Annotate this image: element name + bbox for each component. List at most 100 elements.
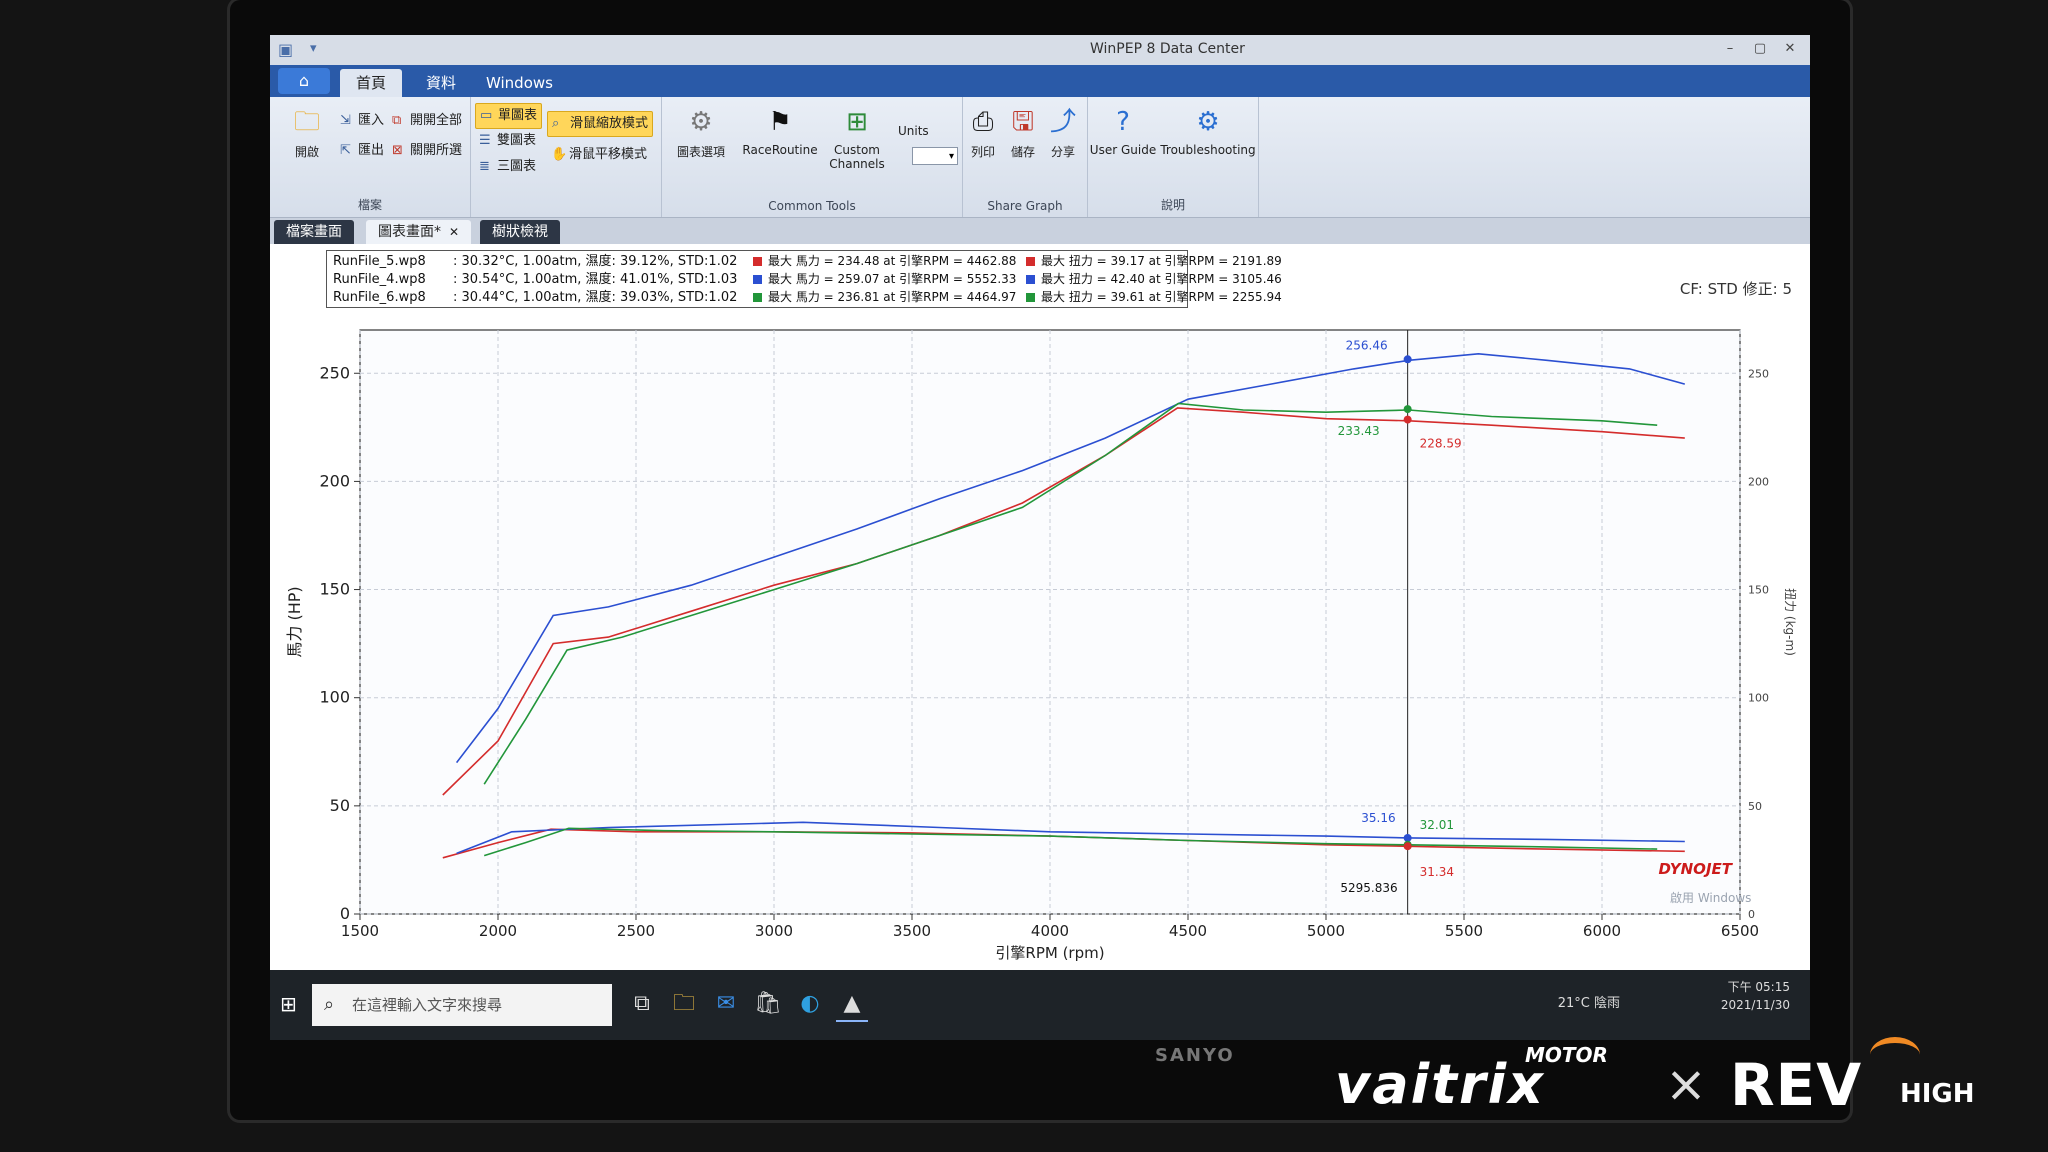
ribbon: 🗀 開啟 ⇲ 匯入 ⇱ 匯出 ⧉ 開開全部 ⊠ 關開所選 檔案 ▭ 單圖表 ☰ 雙圖表: [270, 97, 1810, 218]
save-graph-button[interactable]: 🖫 儲存: [1003, 105, 1043, 160]
custom-channels-button[interactable]: ⊞ Custom Channels: [822, 105, 892, 171]
troubleshooting-button[interactable]: ⚙ Troubleshooting: [1160, 105, 1256, 157]
legend-row: RunFile_4.wp8: 30.54°C, 1.00atm, 濕度: 41.…: [333, 270, 1282, 288]
legend-color-swatch: [753, 257, 762, 266]
save-icon: 🖫: [1011, 107, 1035, 137]
single-chart-icon: ▭: [480, 108, 493, 123]
y2-tick-label: 0: [1748, 908, 1755, 921]
power-readout-marker: [1403, 415, 1412, 424]
x-tick-label: 4500: [1169, 922, 1207, 940]
tab-data[interactable]: 資料: [410, 69, 472, 97]
tab-chart-view[interactable]: 圖表畫面* ✕: [366, 220, 472, 244]
close-tab-icon[interactable]: ✕: [449, 220, 459, 244]
triple-chart-button[interactable]: ≣ 三圖表: [475, 155, 540, 179]
export-label: 匯出: [358, 143, 385, 158]
app-icon[interactable]: ▣: [278, 40, 293, 59]
y2-tick-label: 50: [1748, 800, 1762, 813]
weather-widget[interactable]: 21°C 陰雨: [1558, 992, 1620, 1011]
app-window: ▣ ▾ WinPEP 8 Data Center – ▢ ✕ ⌂ 首頁 資料 W…: [270, 35, 1810, 1040]
store-icon[interactable]: 🛍: [752, 988, 784, 1020]
help-group-label: 說明: [1160, 198, 1185, 212]
legend-conditions: : 30.32°C, 1.00atm, 濕度: 39.12%, STD:1.02: [453, 254, 738, 269]
ribbon-group-view: ▭ 單圖表 ☰ 雙圖表 ≣ 三圖表 ⌕ 滑鼠縮放模式 ✋ 滑鼠平移模式: [471, 97, 662, 217]
windows-taskbar: ⊞ ⌕ 在這裡輸入文字來搜尋 ⧉ 🗀 ✉ 🛍 ◐ ▲ 21°C 陰雨 下午 05…: [270, 970, 1810, 1040]
application-menu-button[interactable]: ⌂: [278, 68, 330, 94]
legend-color-swatch: [1026, 275, 1035, 284]
y-tick-label: 200: [319, 471, 350, 490]
legend-peak-torque: 最大 扭力 = 39.61 at 引擎RPM = 2255.94: [1041, 290, 1282, 304]
y-tick-label: 150: [319, 580, 350, 599]
power-readout-marker: [1403, 405, 1412, 414]
custom-channels-label: Custom Channels: [829, 143, 885, 171]
dyno-chart[interactable]: 1500 2000 2500 3000 3500 4000 4500 5000 5500 6000…: [270, 244, 1810, 970]
x-tick-label: 6500: [1721, 922, 1759, 940]
dual-chart-button[interactable]: ☰ 雙圖表: [475, 129, 540, 153]
graph-options-button[interactable]: ⚙ 圖表選項: [666, 105, 736, 160]
file-group-label: 檔案: [357, 198, 382, 212]
winpep-app-icon[interactable]: ▲: [836, 988, 868, 1022]
open-label: 開啟: [294, 145, 319, 159]
close-selected-icon: ⊠: [392, 143, 403, 158]
printer-icon: ⎙: [972, 107, 994, 137]
system-tray-clock[interactable]: 下午 05:15 2021/11/30: [1721, 978, 1790, 1014]
single-chart-button[interactable]: ▭ 單圖表: [475, 103, 543, 129]
file-explorer-icon[interactable]: 🗀: [668, 988, 700, 1020]
clock-time: 下午 05:15: [1727, 980, 1790, 994]
dynojet-watermark: DYNOJET: [1658, 860, 1733, 878]
units-dropdown[interactable]: ▾: [912, 147, 958, 165]
y-axis-title: 馬力 (HP): [285, 586, 304, 657]
brand-overlay: MOTOR vaitrix × REV HIGH: [1335, 1035, 1985, 1119]
import-button[interactable]: ⇲ 匯入: [336, 109, 388, 133]
tab-file-view[interactable]: 檔案畫面: [274, 220, 354, 244]
cursor-rpm-label: 5295.836: [1340, 881, 1397, 895]
windows-start-icon[interactable]: ⊞: [280, 992, 297, 1016]
race-routine-button[interactable]: ⚑ RaceRoutine: [740, 105, 820, 157]
legend-color-swatch: [753, 293, 762, 302]
chart-area[interactable]: 1500 2000 2500 3000 3500 4000 4500 5000 5500 6000…: [270, 244, 1810, 970]
x-tick-label: 3500: [893, 922, 931, 940]
export-button[interactable]: ⇱ 匯出: [336, 139, 388, 163]
print-label: 列印: [970, 145, 995, 159]
quick-access-icon[interactable]: ▾: [310, 41, 317, 56]
legend-peak-torque: 最大 扭力 = 42.40 at 引擎RPM = 3105.46: [1041, 272, 1282, 286]
triple-chart-icon: ≣: [479, 159, 490, 174]
minimize-icon[interactable]: –: [1716, 39, 1744, 59]
tab-home[interactable]: 首頁: [340, 69, 403, 97]
maximize-icon[interactable]: ▢: [1746, 39, 1774, 59]
task-view-icon[interactable]: ⧉: [626, 988, 658, 1020]
x-tick-label: 5500: [1445, 922, 1483, 940]
close-selected-button[interactable]: ⊠ 關開所選: [388, 139, 466, 163]
close-icon[interactable]: ✕: [1776, 39, 1804, 59]
legend-peak-torque: 最大 扭力 = 39.17 at 引擎RPM = 2191.89: [1041, 254, 1282, 268]
x-tick-label: 3000: [755, 922, 793, 940]
monitor-brand-label: SANYO: [1155, 1045, 1235, 1066]
taskbar-search-input[interactable]: ⌕ 在這裡輸入文字來搜尋: [312, 984, 612, 1026]
mail-icon[interactable]: ✉: [710, 988, 742, 1020]
edge-browser-icon[interactable]: ◐: [794, 988, 826, 1020]
legend-peak-power: 最大 馬力 = 259.07 at 引擎RPM = 5552.33: [768, 272, 1017, 286]
help-book-icon: ?: [1116, 107, 1130, 137]
mouse-pan-mode-button[interactable]: ✋ 滑鼠平移模式: [547, 143, 651, 167]
mouse-zoom-mode-button[interactable]: ⌕ 滑鼠縮放模式: [547, 111, 654, 137]
revhigh-sub-label: HIGH: [1900, 1079, 1975, 1109]
tab-tree-view[interactable]: 樹狀檢視: [480, 220, 560, 244]
share-graph-group-label: Share Graph: [987, 199, 1063, 213]
title-bar: ▣ ▾ WinPEP 8 Data Center – ▢ ✕: [270, 35, 1810, 66]
user-guide-button[interactable]: ? User Guide: [1088, 105, 1158, 157]
share-button[interactable]: ⤴ 分享: [1043, 105, 1083, 160]
tab-windows[interactable]: Windows: [470, 69, 569, 97]
y2-axis-title: 扭力 (kg-m): [1783, 588, 1797, 656]
y2-tick-label: 250: [1748, 367, 1769, 380]
graph-options-label: 圖表選項: [676, 145, 725, 159]
open-button[interactable]: 🗀 開啟: [272, 105, 342, 160]
vaitrix-logo: vaitrix: [1335, 1053, 1545, 1116]
power-readout-marker: [1403, 355, 1412, 364]
dual-chart-label: 雙圖表: [497, 133, 537, 148]
close-selected-label: 關開所選: [410, 143, 463, 158]
print-button[interactable]: ⎙ 列印: [963, 105, 1003, 160]
y2-tick-label: 150: [1748, 584, 1769, 597]
ribbon-tab-bar: ⌂ 首頁 資料 Windows: [270, 65, 1810, 97]
open-all-button[interactable]: ⧉ 開開全部: [388, 109, 466, 133]
legend-peak-power: 最大 馬力 = 236.81 at 引擎RPM = 4464.97: [768, 290, 1017, 304]
revhigh-swoosh-icon: [1870, 1037, 1920, 1073]
